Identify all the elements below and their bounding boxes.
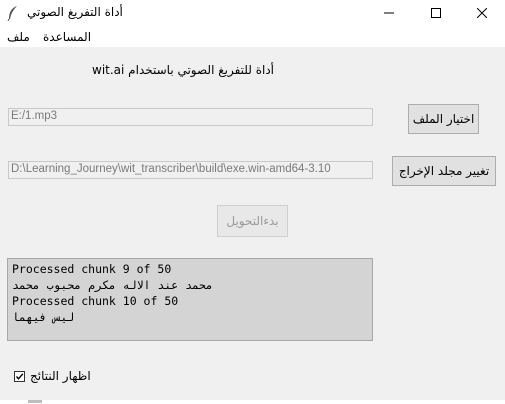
log-line: Processed chunk 9 of 50 xyxy=(12,262,172,276)
menu-file[interactable]: ملف xyxy=(7,30,30,44)
minimize-button[interactable] xyxy=(366,0,412,27)
maximize-icon xyxy=(431,8,441,18)
file-path-input[interactable]: E:/1.mp3 xyxy=(8,108,373,126)
change-output-dir-button[interactable]: تغيير مجلد الإخراج xyxy=(392,156,496,186)
feather-icon xyxy=(6,5,20,22)
show-results-checkbox[interactable] xyxy=(14,371,25,382)
scroll-grip[interactable] xyxy=(28,400,42,403)
log-line: محمد عند الاله مكرم محبوب محمد xyxy=(12,278,213,292)
output-dir-input[interactable]: D:\Learning_Journey\wit_transcriber\buil… xyxy=(8,161,373,179)
close-button[interactable] xyxy=(459,0,505,27)
bottom-edge xyxy=(0,400,505,404)
minimize-icon xyxy=(384,12,394,14)
log-line: Processed chunk 10 of 50 xyxy=(12,294,179,308)
close-icon xyxy=(477,8,487,18)
menu-help[interactable]: المساعدة xyxy=(43,30,91,44)
header-label: أداة للتفريغ الصوتي باستخدام wit.ai xyxy=(92,63,275,77)
start-conversion-button[interactable]: بدءالتحويل xyxy=(217,205,288,237)
menu-bar: المساعدة ملف xyxy=(0,27,505,47)
maximize-button[interactable] xyxy=(413,0,459,27)
window-title: أداة التفريغ الصوتي xyxy=(27,5,123,19)
log-output[interactable]: Processed chunk 9 of 50 محمد عند الاله م… xyxy=(7,258,373,341)
log-line: ليس فيهما xyxy=(12,310,75,324)
choose-file-button[interactable]: اختيار الملف xyxy=(408,104,479,134)
title-bar[interactable]: أداة التفريغ الصوتي xyxy=(0,0,505,27)
show-results-label: اظهار النتائج xyxy=(30,369,91,383)
checkmark-icon xyxy=(15,373,24,380)
